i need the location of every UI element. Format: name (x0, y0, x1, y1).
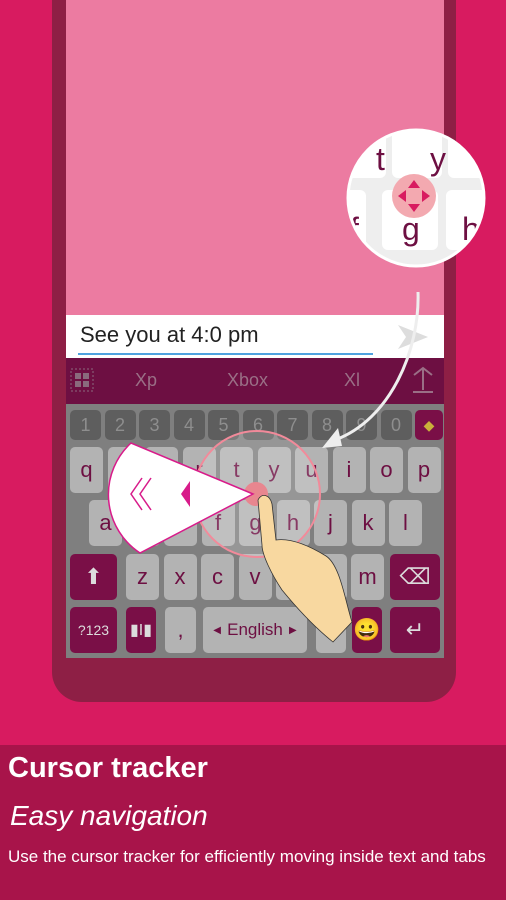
feature-description: Use the cursor tracker for efficiently m… (8, 847, 486, 866)
mag-key-g: g (402, 211, 420, 247)
feature-subtitle: Easy navigation (10, 800, 208, 831)
magnifier-icon: t y f g h (346, 128, 486, 268)
gesture-arrow (334, 291, 420, 442)
cursor-tracker-overlay (107, 291, 420, 643)
mag-key-y: y (430, 141, 446, 177)
mag-key-t: t (376, 141, 385, 177)
feature-title: Cursor tracker (8, 752, 208, 784)
